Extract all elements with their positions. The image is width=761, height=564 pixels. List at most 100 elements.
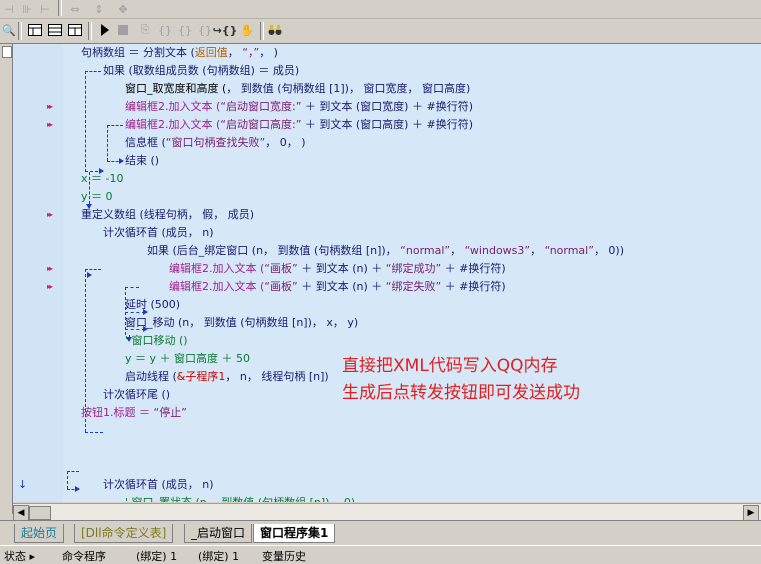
code-token: ＋ #换行符) [441,280,506,293]
flow-guide-line [107,125,108,161]
code-token: ， [227,46,243,59]
scroll-left-icon[interactable]: ◀ [13,505,29,521]
layout3-icon[interactable] [66,22,84,38]
code-line[interactable]: 计次循环首 (成员， n) [103,224,214,242]
braces-icon[interactable]: ↪{} [213,22,238,38]
code-line[interactable]: 编辑框2.加入文本 (“启动窗口宽度:” ＋ 到文本 (窗口宽度) ＋ #换行符… [125,98,473,116]
scroll-down-icon[interactable]: ↓ [18,478,27,491]
code-line[interactable]: 窗口_移动 (n， 到数值 (句柄数组 [n])， x， y) [125,314,358,332]
code-token: 信息框 ( [125,136,166,149]
code-token: 窗口_移动 (n， 到数值 (句柄数组 [n])， x， y) [125,316,359,329]
align-h-icon[interactable]: ⇔ [66,1,84,17]
scroll-thumb[interactable] [29,506,51,520]
code-token: ， [530,244,545,257]
code-line[interactable]: 如果 (取数组成员数 (句柄数组) ＝ 成员) [103,62,299,80]
code-line[interactable]: 计次循环首 (成员， n) [103,476,214,494]
code-token: &子程序1 [176,370,226,383]
step-into-icon[interactable]: {} [156,22,174,38]
flow-guide-line [67,471,68,489]
breakpoint-marker-icon[interactable]: ▸▸ [47,120,53,129]
code-token: “窗口句柄查找失败” [165,136,266,149]
flow-arrow-icon [75,486,80,492]
code-line[interactable]: 编辑框2.加入文本 (“画板” ＋ 到文本 (n) ＋ “绑定成功” ＋ #换行… [169,260,506,278]
code-editor[interactable]: 句柄数组 ＝ 分割文本 (返回值， “，”， ) 如果 (取数组成员数 (句柄数组… [63,44,761,502]
tab-startup-window[interactable]: _启动窗口 [184,524,253,543]
code-token: y ＝ 0 [81,190,113,203]
flow-guide-line [125,329,145,330]
tab-label: _启动窗口 [191,526,246,540]
layout1-icon[interactable] [26,22,44,38]
align-left-icon[interactable]: ⊣ [0,1,18,17]
align-center-icon[interactable]: ⊪ [18,1,36,17]
flow-guide-line [125,287,139,288]
annotation-line-1: 直接把XML代码写入QQ内存 [342,356,558,376]
tab-window-program-set[interactable]: 窗口程序集1 [253,524,336,543]
code-token: ＋ 到文本 (窗口宽度) ＋ #换行符) [301,100,473,113]
code-line[interactable]: ' 窗口移动 () [125,332,188,350]
code-token: “，” [242,46,260,59]
code-token: y ＝ y ＋ 窗口高度 ＋ 50 [125,352,250,365]
hand-icon[interactable]: ✋ [238,22,256,38]
scroll-right-icon[interactable]: ▶ [743,505,759,521]
status-item[interactable]: 变量历史 [262,548,306,564]
code-line[interactable]: 信息框 (“窗口句柄查找失败”， 0， ) [125,134,306,152]
code-token: “windows3” [464,244,531,257]
code-token: 编辑框2.加入文本 ( [169,280,265,293]
code-line[interactable]: 计次循环尾 () [103,386,170,404]
center-icon[interactable]: ✥ [114,1,132,17]
code-line[interactable]: 编辑框2.加入文本 (“启动窗口高度:” ＋ 到文本 (窗口高度) ＋ #换行符… [125,116,473,134]
code-line[interactable]: y ＝ y ＋ 窗口高度 ＋ 50 [125,350,250,368]
code-token: ， ) [259,46,278,59]
status-item[interactable]: (绑定) 1 [198,548,239,564]
code-line[interactable]: 窗口_取宽度和高度 (， 到数值 (句柄数组 [1])， 窗口宽度， 窗口高度) [125,80,470,98]
code-line[interactable]: 如果 (后台_绑定窗口 (n， 到数值 (句柄数组 [n])， “normal”… [147,242,624,260]
code-token: “启动窗口宽度:” [220,100,302,113]
code-token: 编辑框2.加入文本 ( [125,118,221,131]
code-token: 结束 () [125,154,160,167]
breakpoint-marker-icon[interactable]: ▸▸ [47,210,53,219]
flow-arrow-icon [143,326,148,332]
code-line[interactable]: 按钮1.标题 ＝ “停止” [81,404,187,422]
code-token: ， 0)) [593,244,625,257]
flow-arrow-icon [119,158,124,164]
code-token: 返回值 [194,46,228,59]
flow-arrow-icon [143,309,148,315]
code-line[interactable]: ' 窗口_置状态 (n， 到数值 (句柄数组 [n])， 0) [125,494,355,502]
code-line[interactable]: 编辑框2.加入文本 (“画板” ＋ 到文本 (n) ＋ “绑定失败” ＋ #换行… [169,278,506,296]
run-icon[interactable] [96,22,114,38]
stop-icon[interactable] [114,22,132,38]
code-line[interactable]: 结束 () [125,152,159,170]
status-item[interactable]: 状态 ▸ [4,548,35,564]
binoculars-icon[interactable] [266,22,284,38]
breakpoint-marker-icon[interactable]: ▸▸ [47,264,53,273]
code-token: ' 窗口_置状态 (n， 到数值 (句柄数组 [n])， 0) [125,496,355,502]
breakpoint-marker-icon[interactable]: ▸▸ [47,282,53,291]
flow-guide-line [85,269,86,432]
breakpoint-marker-icon[interactable]: ▸▸ [47,102,53,111]
flow-guide-line [67,471,79,472]
horizontal-scrollbar[interactable]: ◀ ▶ [13,503,761,521]
code-token: 如果 (取数组成员数 (句柄数组) ＝ 成员) [103,64,300,77]
align-v-icon[interactable]: ⇕ [90,1,108,17]
tab-start-page[interactable]: 起始页 [14,524,65,543]
flow-arrow-icon [99,168,104,174]
search-icon[interactable]: 🔍 [0,22,18,38]
align-right-icon[interactable]: ⊢ [36,1,54,17]
code-token: ， 到数值 (句柄数组 [1])， 窗口宽度， 窗口高度) [226,82,471,95]
code-token: “启动窗口高度:” [220,118,302,131]
tab-dll-commands[interactable]: [Dll命令定义表] [74,524,174,543]
panel-toggle-icon[interactable] [2,46,12,58]
status-item[interactable]: 命令程序 [62,548,106,564]
alignment-toolbar: ⊣ ⊪ ⊢ ⇔ ⇕ ✥ [0,0,761,19]
status-item[interactable]: (绑定) 1 [136,548,177,564]
code-token: 启动线程 ( [125,370,177,383]
code-line[interactable]: 重定义数组 (线程句柄， 假， 成员) [81,206,254,224]
flow-guide-line [125,312,145,313]
step-over-icon[interactable]: {} [196,22,214,38]
code-line[interactable]: 启动线程 (&子程序1， n， 线程句柄 [n]) [125,368,329,386]
code-line[interactable]: 句柄数组 ＝ 分割文本 (返回值， “，”， ) [81,44,278,62]
step-icon[interactable]: ⎘ [136,22,154,38]
flow-guide-line [89,172,90,204]
step-out-icon[interactable]: {} [176,22,194,38]
layout2-icon[interactable] [46,22,64,38]
